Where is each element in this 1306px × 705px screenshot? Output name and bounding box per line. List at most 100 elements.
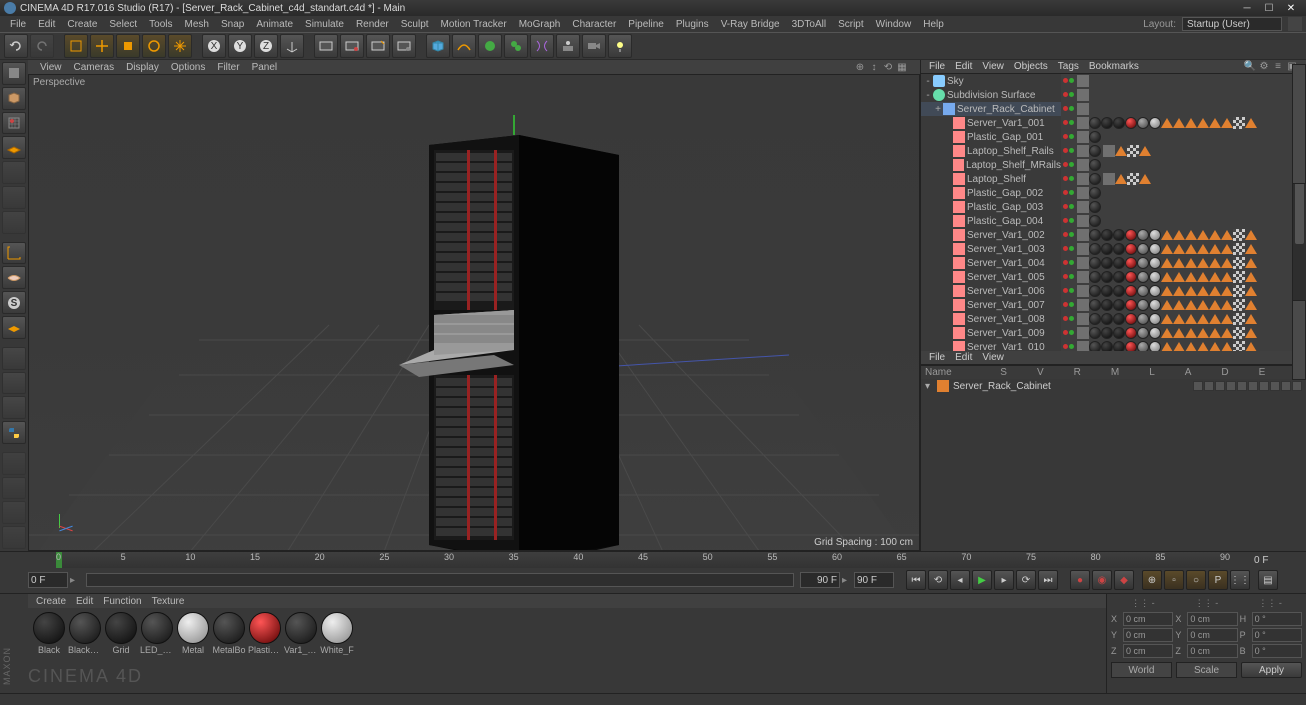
layout-combo[interactable]: Startup (User) xyxy=(1182,17,1282,31)
minimize-button[interactable]: ─ xyxy=(1236,1,1258,15)
play-button[interactable]: ▶ xyxy=(972,570,992,590)
z-axis-button[interactable]: Z xyxy=(254,34,278,58)
material-metalbo[interactable]: MetalBo xyxy=(212,612,246,655)
obj-panel-icon-1[interactable]: ⚙ xyxy=(1258,61,1270,73)
menu-motion-tracker[interactable]: Motion Tracker xyxy=(435,19,513,30)
axis-mode-button[interactable] xyxy=(2,242,26,265)
record-button[interactable]: ● xyxy=(1070,570,1090,590)
viewport-nav-icon-0[interactable]: ⊕ xyxy=(854,61,866,73)
undo-button[interactable] xyxy=(4,34,28,58)
edge-mode-button[interactable] xyxy=(2,186,26,209)
render-pv-button[interactable] xyxy=(366,34,390,58)
size-z-input[interactable]: 0 cm xyxy=(1187,644,1237,658)
add-light-button[interactable] xyxy=(608,34,632,58)
keyframe-button[interactable]: ◆ xyxy=(1114,570,1134,590)
render-view-button[interactable] xyxy=(314,34,338,58)
maximize-button[interactable]: ☐ xyxy=(1258,1,1280,15)
menu-select[interactable]: Select xyxy=(103,19,143,30)
obj-panel-icon-0[interactable]: 🔍 xyxy=(1244,61,1256,73)
matmenu-create[interactable]: Create xyxy=(36,596,66,607)
obj-row-subdivision-surface[interactable]: -Subdivision Surface xyxy=(921,88,1061,102)
python-button[interactable] xyxy=(2,421,26,444)
locked-workplane-button[interactable] xyxy=(2,316,26,339)
viewmenu-options[interactable]: Options xyxy=(171,62,205,73)
menu-window[interactable]: Window xyxy=(870,19,918,30)
add-cube-button[interactable] xyxy=(426,34,450,58)
rot-b-input[interactable]: 0 ° xyxy=(1252,644,1302,658)
move-button[interactable] xyxy=(90,34,114,58)
obj-row-server-var1-010[interactable]: Server_Var1_010 xyxy=(921,340,1061,351)
add-generator-button[interactable] xyxy=(478,34,502,58)
add-generator2-button[interactable] xyxy=(504,34,528,58)
obj-row-laptop-shelf-rails[interactable]: Laptop_Shelf_Rails xyxy=(921,144,1061,158)
pos-y-input[interactable]: 0 cm xyxy=(1123,628,1173,642)
material-led_ligt[interactable]: LED_Ligt xyxy=(140,612,174,655)
start-frame-input[interactable]: 0 F xyxy=(28,572,68,588)
coord-scale-combo[interactable]: Scale xyxy=(1176,662,1237,678)
last-tool-button[interactable] xyxy=(168,34,192,58)
menu-script[interactable]: Script xyxy=(832,19,870,30)
objmenu-view[interactable]: View xyxy=(982,61,1004,72)
coord-system-button[interactable] xyxy=(280,34,304,58)
goto-start-button[interactable]: ⏮ xyxy=(906,570,926,590)
obj-panel-icon-2[interactable]: ≡ xyxy=(1272,61,1284,73)
y-axis-button[interactable]: Y xyxy=(228,34,252,58)
layout-icon[interactable] xyxy=(1288,17,1302,31)
objmenu-edit[interactable]: Edit xyxy=(955,61,972,72)
viewport[interactable]: Perspective xyxy=(28,74,920,551)
viewport-nav-icon-1[interactable]: ↕ xyxy=(868,61,880,73)
menu-3dtoall[interactable]: 3DToAll xyxy=(786,19,832,30)
viewmenu-panel[interactable]: Panel xyxy=(252,62,278,73)
obj-row-server-var1-008[interactable]: Server_Var1_008 xyxy=(921,312,1061,326)
key-param-button[interactable]: P xyxy=(1208,570,1228,590)
obj-row-plastic-gap-002[interactable]: Plastic_Gap_002 xyxy=(921,186,1061,200)
menu-pipeline[interactable]: Pipeline xyxy=(622,19,670,30)
pos-x-input[interactable]: 0 cm xyxy=(1123,612,1173,626)
menu-tools[interactable]: Tools xyxy=(143,19,178,30)
key-options-button[interactable]: ⋮⋮ xyxy=(1230,570,1250,590)
coord-world-combo[interactable]: World xyxy=(1111,662,1172,678)
render-settings-button[interactable] xyxy=(392,34,416,58)
add-camera-button[interactable] xyxy=(582,34,606,58)
add-deformer-button[interactable] xyxy=(530,34,554,58)
material-white_f[interactable]: White_F xyxy=(320,612,354,655)
material-grid[interactable]: Grid xyxy=(104,612,138,655)
autokey-button[interactable]: ◉ xyxy=(1092,570,1112,590)
rot-p-input[interactable]: 0 ° xyxy=(1252,628,1302,642)
viewport-nav-icon-2[interactable]: ⟲ xyxy=(882,61,894,73)
objmenu-tags[interactable]: Tags xyxy=(1058,61,1079,72)
obj-row-server-var1-001[interactable]: Server_Var1_001 xyxy=(921,116,1061,130)
material-black_m[interactable]: Black_M xyxy=(68,612,102,655)
menu-mograph[interactable]: MoGraph xyxy=(513,19,567,30)
attrmenu-view[interactable]: View xyxy=(982,352,1004,363)
matmenu-function[interactable]: Function xyxy=(103,596,141,607)
viewport-nav-icon-3[interactable]: ▦ xyxy=(896,61,908,73)
attr-item-row[interactable]: ▾ Server_Rack_Cabinet xyxy=(921,379,1306,393)
scale-button[interactable] xyxy=(116,34,140,58)
obj-row-server-var1-009[interactable]: Server_Var1_009 xyxy=(921,326,1061,340)
size-x-input[interactable]: 0 cm xyxy=(1187,612,1237,626)
objmenu-bookmarks[interactable]: Bookmarks xyxy=(1089,61,1139,72)
menu-plugins[interactable]: Plugins xyxy=(670,19,715,30)
model-mode-button[interactable] xyxy=(2,87,26,110)
render-region-button[interactable] xyxy=(340,34,364,58)
goto-end-button[interactable]: ⏭ xyxy=(1038,570,1058,590)
material-var1_pla[interactable]: Var1_Pla xyxy=(284,612,318,655)
live-select-button[interactable] xyxy=(64,34,88,58)
obj-row-plastic-gap-003[interactable]: Plastic_Gap_003 xyxy=(921,200,1061,214)
menu-edit[interactable]: Edit xyxy=(32,19,61,30)
objmenu-file[interactable]: File xyxy=(929,61,945,72)
key-rot-button[interactable]: ○ xyxy=(1186,570,1206,590)
timeline-range-slider[interactable] xyxy=(86,573,794,587)
menu-sculpt[interactable]: Sculpt xyxy=(395,19,435,30)
menu-animate[interactable]: Animate xyxy=(250,19,299,30)
viewmenu-view[interactable]: View xyxy=(40,62,62,73)
size-y-input[interactable]: 0 cm xyxy=(1187,628,1237,642)
menu-render[interactable]: Render xyxy=(350,19,395,30)
matmenu-texture[interactable]: Texture xyxy=(152,596,185,607)
next-key-button[interactable]: ⟳ xyxy=(1016,570,1036,590)
add-environment-button[interactable] xyxy=(556,34,580,58)
menu-create[interactable]: Create xyxy=(61,19,103,30)
obj-row-plastic-gap-004[interactable]: Plastic_Gap_004 xyxy=(921,214,1061,228)
obj-row-laptop-shelf-mrails[interactable]: Laptop_Shelf_MRails xyxy=(921,158,1061,172)
